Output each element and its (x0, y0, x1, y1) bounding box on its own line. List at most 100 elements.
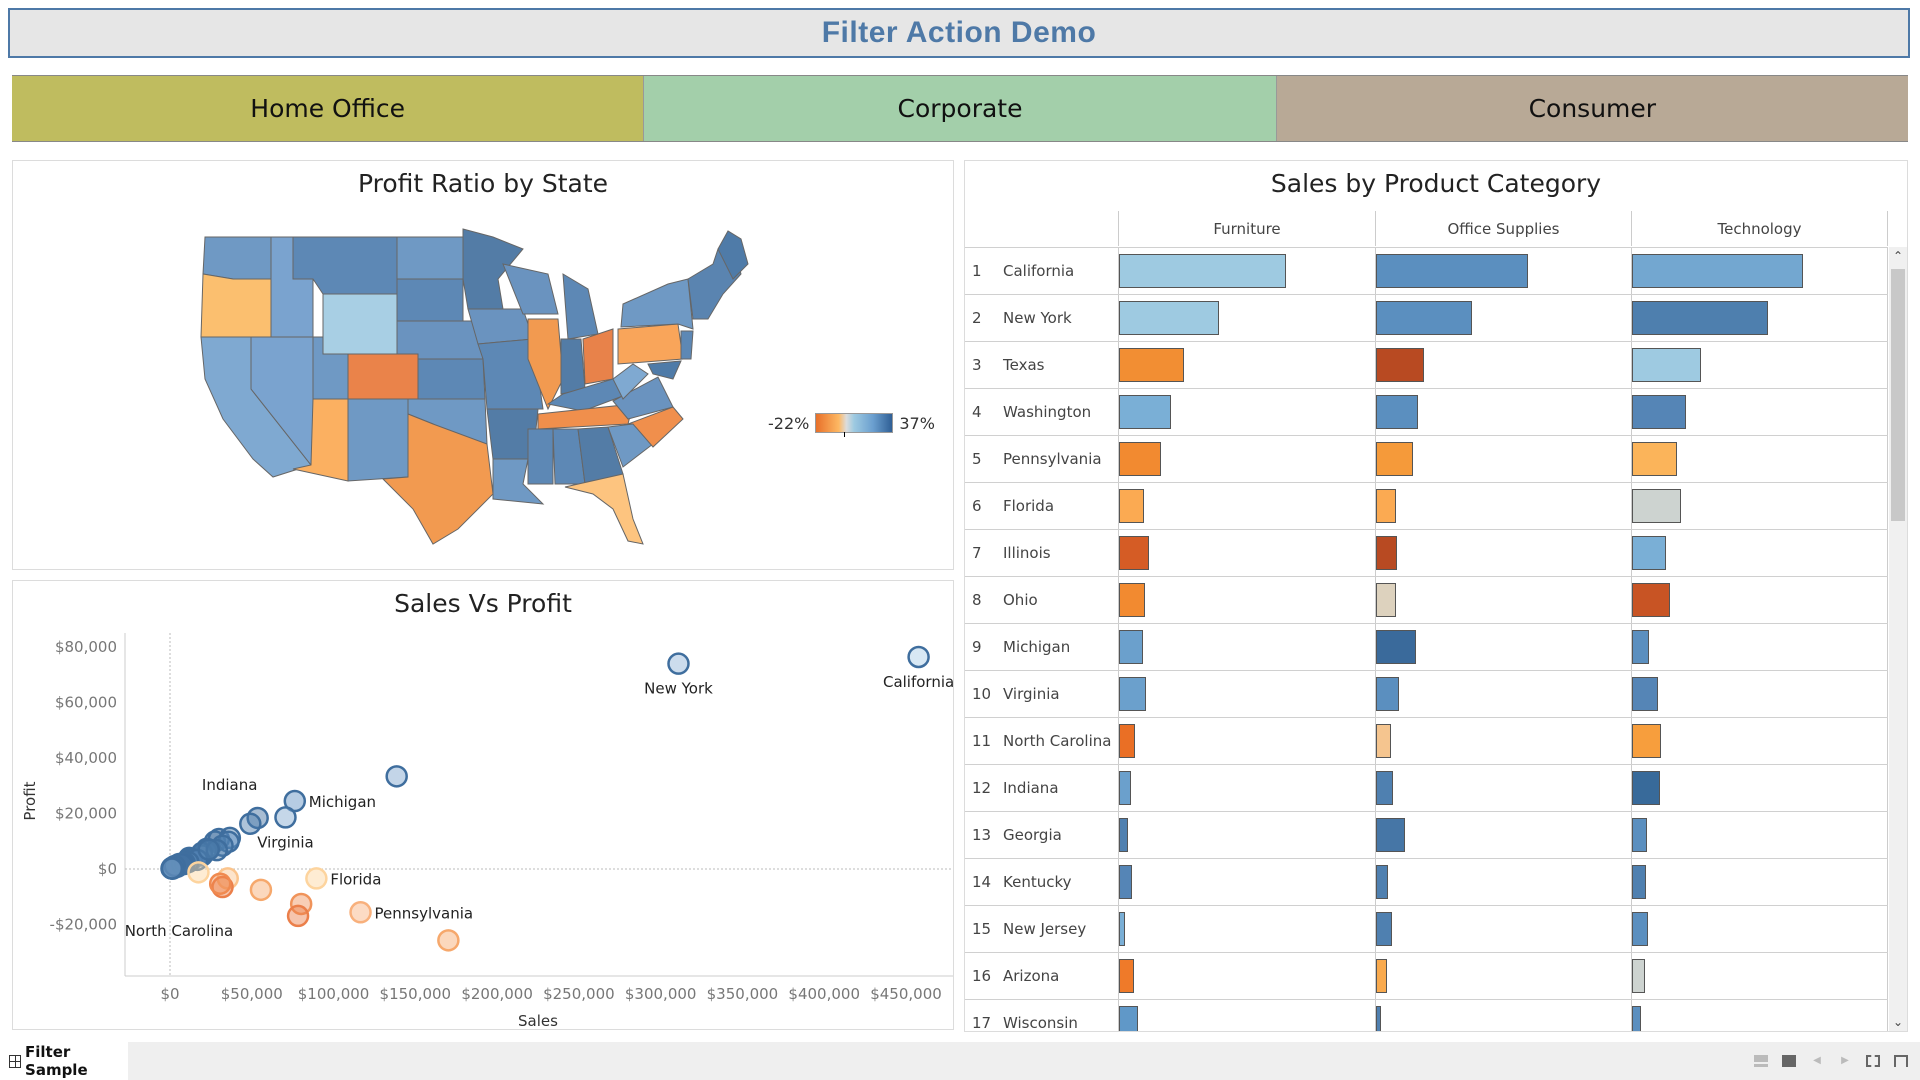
segment-consumer[interactable]: Consumer (1276, 76, 1908, 141)
scatter-point[interactable] (667, 652, 690, 675)
sales-bar-technology[interactable] (1632, 442, 1677, 476)
table-row[interactable]: 4 Washington (965, 388, 1888, 435)
sales-bar-furniture[interactable] (1119, 1006, 1138, 1031)
scroll-down-icon[interactable]: ⌄ (1889, 1013, 1907, 1031)
state-new-jersey[interactable] (680, 330, 694, 360)
sales-bar-office-supplies[interactable] (1376, 254, 1529, 288)
sales-bar-office-supplies[interactable] (1376, 771, 1393, 805)
scatter-point[interactable] (249, 878, 273, 902)
state-florida[interactable] (564, 473, 644, 545)
scatter-point[interactable] (187, 861, 210, 884)
sales-bar-technology[interactable] (1632, 395, 1686, 429)
sales-bar-technology[interactable] (1632, 536, 1666, 570)
scatter-point[interactable] (286, 904, 310, 928)
sales-bar-office-supplies[interactable] (1376, 301, 1473, 335)
table-row[interactable]: 2 New York (965, 294, 1888, 341)
sales-bar-furniture[interactable] (1119, 912, 1126, 946)
state-new-mexico[interactable] (347, 398, 409, 482)
sales-bar-furniture[interactable] (1119, 536, 1149, 570)
sales-bar-office-supplies[interactable] (1376, 959, 1388, 993)
table-row[interactable]: 7 Illinois (965, 529, 1888, 576)
sheet-tab-filter-sample[interactable]: Filter Sample (0, 1042, 128, 1080)
sales-bar-furniture[interactable] (1119, 724, 1135, 758)
sales-bar-technology[interactable] (1632, 912, 1649, 946)
sales-bar-furniture[interactable] (1119, 630, 1143, 664)
sales-bar-office-supplies[interactable] (1376, 677, 1400, 711)
column-header-office-supplies[interactable]: Office Supplies (1375, 211, 1631, 246)
sales-bar-office-supplies[interactable] (1376, 865, 1389, 899)
sales-bar-furniture[interactable] (1119, 254, 1287, 288)
sales-bar-technology[interactable] (1632, 865, 1647, 899)
scatter-point[interactable] (197, 838, 221, 861)
sales-bar-office-supplies[interactable] (1376, 442, 1413, 476)
sales-bar-office-supplies[interactable] (1376, 489, 1397, 523)
sales-bar-office-supplies[interactable] (1376, 630, 1416, 664)
scatter-point[interactable] (385, 765, 408, 788)
table-row[interactable]: 15 New Jersey (965, 905, 1888, 952)
scatter-point[interactable] (305, 867, 328, 890)
sales-bar-furniture[interactable] (1119, 442, 1161, 476)
state-indiana[interactable] (560, 338, 586, 395)
table-row[interactable]: 5 Pennsylvania (965, 435, 1888, 482)
state-oregon[interactable] (200, 273, 272, 338)
table-row[interactable]: 11 North Carolina (965, 717, 1888, 764)
state-wyoming[interactable] (322, 293, 398, 355)
sales-bar-technology[interactable] (1632, 348, 1702, 382)
state-kansas[interactable] (417, 358, 486, 400)
sales-bar-office-supplies[interactable] (1376, 536, 1397, 570)
scroll-thumb[interactable] (1891, 269, 1905, 521)
sales-vs-profit-chart[interactable]: $80,000 $60,000 $40,000 $20,000 $0 -$20,000 $0… (13, 581, 953, 1029)
sales-bar-furniture[interactable] (1119, 959, 1134, 993)
sales-bar-technology[interactable] (1632, 489, 1682, 523)
state-wisconsin[interactable] (502, 263, 559, 315)
sales-bar-technology[interactable] (1632, 724, 1661, 758)
prev-icon[interactable]: ◀ (1810, 1055, 1824, 1067)
segment-home-office[interactable]: Home Office (12, 76, 645, 141)
sales-bar-technology[interactable] (1632, 818, 1647, 852)
next-icon[interactable]: ▶ (1838, 1055, 1852, 1067)
fullscreen-icon[interactable] (1866, 1055, 1880, 1067)
state-new-york[interactable] (620, 278, 694, 330)
sales-bar-furniture[interactable] (1119, 865, 1132, 899)
state-washington[interactable] (202, 236, 272, 280)
segment-corporate[interactable]: Corporate (644, 76, 1277, 141)
sales-bar-furniture[interactable] (1119, 301, 1220, 335)
scatter-point[interactable] (437, 929, 460, 952)
sales-bar-furniture[interactable] (1119, 818, 1128, 852)
state-mississippi[interactable] (527, 428, 554, 485)
state-nebraska[interactable] (396, 320, 484, 360)
sales-bar-technology[interactable] (1632, 1006, 1641, 1031)
sales-bar-technology[interactable] (1632, 254, 1803, 288)
sales-bar-office-supplies[interactable] (1376, 583, 1397, 617)
scatter-point[interactable] (274, 806, 297, 829)
sales-bar-office-supplies[interactable] (1376, 395, 1419, 429)
scatter-point[interactable] (160, 857, 184, 880)
state-michigan[interactable] (562, 273, 599, 340)
state-pennsylvania[interactable] (617, 323, 684, 365)
scatter-point[interactable] (208, 872, 232, 895)
us-state-map[interactable] (193, 219, 813, 549)
sales-bar-technology[interactable] (1632, 301, 1769, 335)
column-header-technology[interactable]: Technology (1631, 211, 1888, 246)
table-row[interactable]: 8 Ohio (965, 576, 1888, 623)
table-row[interactable]: 17 Wisconsin (965, 999, 1888, 1031)
grid-view-icon[interactable] (1754, 1055, 1768, 1067)
column-header-furniture[interactable]: Furniture (1118, 211, 1375, 246)
single-view-icon[interactable] (1782, 1055, 1796, 1067)
sales-bar-furniture[interactable] (1119, 395, 1171, 429)
presentation-icon[interactable] (1894, 1055, 1908, 1067)
sales-bar-office-supplies[interactable] (1376, 348, 1425, 382)
sales-bar-technology[interactable] (1632, 959, 1646, 993)
scatter-point[interactable] (239, 812, 262, 836)
state-maryland[interactable] (647, 360, 682, 380)
table-row[interactable]: 10 Virginia (965, 670, 1888, 717)
table-row[interactable]: 13 Georgia (965, 811, 1888, 858)
table-row[interactable]: 9 Michigan (965, 623, 1888, 670)
sales-bar-technology[interactable] (1632, 630, 1649, 664)
vertical-scrollbar[interactable]: ⌃ ⌄ (1889, 247, 1907, 1031)
table-row[interactable]: 14 Kentucky (965, 858, 1888, 905)
sales-bar-furniture[interactable] (1119, 771, 1131, 805)
sales-bar-office-supplies[interactable] (1376, 912, 1392, 946)
table-row[interactable]: 16 Arizona (965, 952, 1888, 999)
state-ohio[interactable] (582, 328, 614, 385)
